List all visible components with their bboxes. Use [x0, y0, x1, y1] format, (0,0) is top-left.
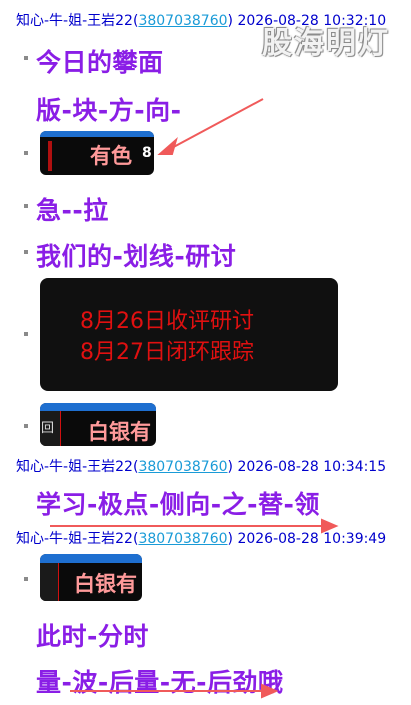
arrow-head [261, 683, 279, 699]
arrow-head [157, 137, 178, 155]
annotation-arrows [50, 98, 339, 699]
arrow-head [321, 518, 339, 534]
arrow-to-image [167, 98, 264, 151]
